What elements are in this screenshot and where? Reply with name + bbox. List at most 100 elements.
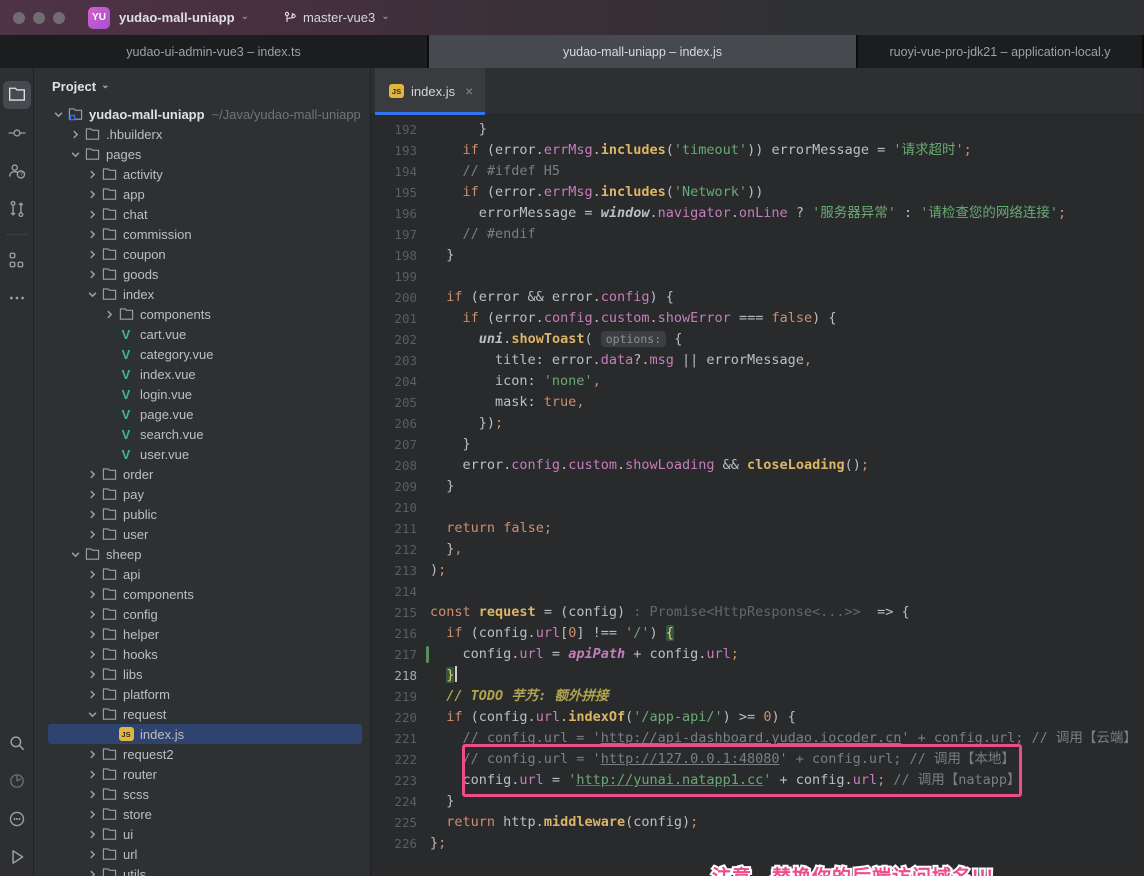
tree-item-user-vue[interactable]: Vuser.vue [34,444,370,464]
chevron-collapsed-icon[interactable] [84,830,100,839]
tree-item-components[interactable]: components [34,584,370,604]
code-line-203[interactable]: 203 title: error.data?.msg || errorMessa… [371,350,1143,371]
tree-item-store[interactable]: store [34,804,370,824]
tree-item-helper[interactable]: helper [34,624,370,644]
tree-item-order[interactable]: order [34,464,370,484]
tree-item-pay[interactable]: pay [34,484,370,504]
tree-item-chat[interactable]: chat [34,204,370,224]
chevron-expanded-icon[interactable] [84,710,100,719]
code-line-201[interactable]: 201 if (error.config.custom.showError ==… [371,308,1143,329]
code-line-212[interactable]: 212 }, [371,539,1143,560]
code-line-217[interactable]: 217 config.url = apiPath + config.url; [371,644,1143,665]
code-line-194[interactable]: 194 // #ifdef H5 [371,161,1143,182]
help-icon[interactable] [3,805,31,833]
line-number[interactable]: 197 [371,224,417,245]
chevron-collapsed-icon[interactable] [84,230,100,239]
line-number[interactable]: 206 [371,413,417,434]
code-line-208[interactable]: 208 error.config.custom.showLoading && c… [371,455,1143,476]
tree-item-public[interactable]: public [34,504,370,524]
tree-item-components[interactable]: components [34,304,370,324]
code-line-198[interactable]: 198 } [371,245,1143,266]
code-line-192[interactable]: 192 } [371,119,1143,140]
tree-item-libs[interactable]: libs [34,664,370,684]
clock-icon[interactable] [3,767,31,795]
chevron-collapsed-icon[interactable] [84,850,100,859]
code-line-216[interactable]: 216 if (config.url[0] !== '/') { [371,623,1143,644]
line-number[interactable]: 208 [371,455,417,476]
code-line-213[interactable]: 213); [371,560,1143,581]
chevron-collapsed-icon[interactable] [84,810,100,819]
line-number[interactable]: 196 [371,203,417,224]
chevron-collapsed-icon[interactable] [67,130,83,139]
line-number[interactable]: 205 [371,392,417,413]
line-number[interactable]: 202 [371,329,417,350]
tree-item-yudao-mall-uniapp[interactable]: yudao-mall-uniapp~/Java/yudao-mall-uniap… [34,104,370,124]
code-line-209[interactable]: 209 } [371,476,1143,497]
chevron-collapsed-icon[interactable] [101,310,117,319]
line-number[interactable]: 220 [371,707,417,728]
code-line-214[interactable]: 214 [371,581,1143,602]
chevron-collapsed-icon[interactable] [84,590,100,599]
tree-item-index-js[interactable]: JSindex.js [34,724,370,744]
tree-item-router[interactable]: router [34,764,370,784]
branch-switcher[interactable]: master-vue3 ⌄ [283,10,390,25]
users-help-icon[interactable]: ? [3,157,31,185]
code-line-199[interactable]: 199 [371,266,1143,287]
line-number[interactable]: 210 [371,497,417,518]
line-number[interactable]: 195 [371,182,417,203]
code-line-195[interactable]: 195 if (error.errMsg.includes('Network')… [371,182,1143,203]
editor-tab-indexjs[interactable]: JS index.js × [375,68,485,114]
chevron-collapsed-icon[interactable] [84,470,100,479]
line-number[interactable]: 217 [371,644,417,665]
chevron-collapsed-icon[interactable] [84,610,100,619]
line-number[interactable]: 207 [371,434,417,455]
line-number[interactable]: 194 [371,161,417,182]
chevron-collapsed-icon[interactable] [84,670,100,679]
chevron-collapsed-icon[interactable] [84,750,100,759]
code-line-205[interactable]: 205 mask: true, [371,392,1143,413]
chevron-collapsed-icon[interactable] [84,530,100,539]
code-line-196[interactable]: 196 errorMessage = window.navigator.onLi… [371,203,1143,224]
chevron-collapsed-icon[interactable] [84,270,100,279]
tree-item-coupon[interactable]: coupon [34,244,370,264]
window-tab[interactable]: yudao-ui-admin-vue3 – index.ts [0,35,429,68]
line-number[interactable]: 192 [371,119,417,140]
chevron-expanded-icon[interactable] [67,150,83,159]
chevron-collapsed-icon[interactable] [84,650,100,659]
code-line-193[interactable]: 193 if (error.errMsg.includes('timeout')… [371,140,1143,161]
code-line-204[interactable]: 204 icon: 'none', [371,371,1143,392]
chevron-collapsed-icon[interactable] [84,190,100,199]
line-number[interactable]: 211 [371,518,417,539]
line-number[interactable]: 224 [371,791,417,812]
tree-item-user[interactable]: user [34,524,370,544]
pull-requests-icon[interactable] [3,195,31,223]
chevron-collapsed-icon[interactable] [84,870,100,876]
line-number[interactable]: 226 [371,833,417,854]
vcs-change-marker[interactable] [426,646,429,663]
line-number[interactable]: 204 [371,371,417,392]
project-panel-header[interactable]: Project ⌄ [34,68,370,104]
chevron-collapsed-icon[interactable] [84,250,100,259]
line-number[interactable]: 203 [371,350,417,371]
tree-item-request2[interactable]: request2 [34,744,370,764]
chevron-collapsed-icon[interactable] [84,690,100,699]
line-number[interactable]: 209 [371,476,417,497]
code-line-207[interactable]: 207 } [371,434,1143,455]
tree-item-login-vue[interactable]: Vlogin.vue [34,384,370,404]
chevron-collapsed-icon[interactable] [84,170,100,179]
line-number[interactable]: 200 [371,287,417,308]
code-line-219[interactable]: 219 // TODO 芋艿: 额外拼接 [371,686,1143,707]
code-line-206[interactable]: 206 }); [371,413,1143,434]
tree-item-index[interactable]: index [34,284,370,304]
chevron-collapsed-icon[interactable] [84,510,100,519]
tree-item-page-vue[interactable]: Vpage.vue [34,404,370,424]
tree-item--hbuilderx[interactable]: .hbuilderx [34,124,370,144]
line-number[interactable]: 218 [371,665,417,686]
project-icon[interactable] [3,81,31,109]
chevron-collapsed-icon[interactable] [84,770,100,779]
line-number[interactable]: 214 [371,581,417,602]
line-number[interactable]: 221 [371,728,417,749]
code-line-202[interactable]: 202 uni.showToast( options: { [371,329,1143,350]
chevron-expanded-icon[interactable] [67,550,83,559]
line-number[interactable]: 213 [371,560,417,581]
